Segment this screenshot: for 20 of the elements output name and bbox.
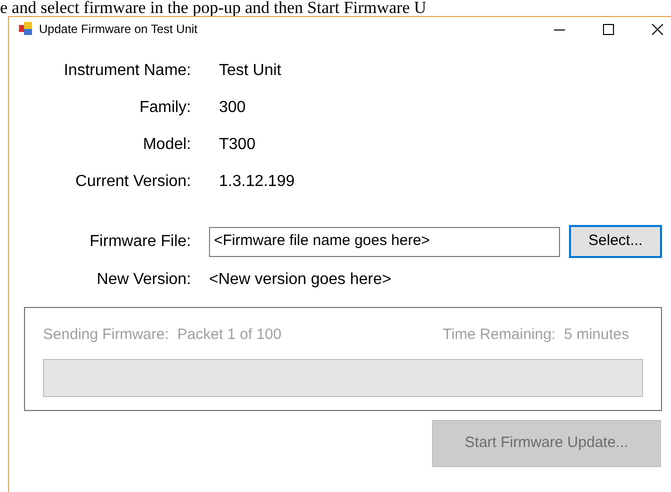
field-label: Model: bbox=[142, 134, 191, 154]
file-input-field[interactable]: <Firmware file name goes here> bbox=[209, 226, 560, 256]
field-label: Firmware File: bbox=[88, 232, 191, 252]
maximize-icon[interactable] bbox=[603, 24, 614, 34]
field-label: Current Version: bbox=[74, 172, 191, 192]
close-icon[interactable] bbox=[652, 24, 663, 34]
field-value: T300 bbox=[219, 134, 256, 154]
time-remaining-text: Time Remaining: 5 minutes bbox=[442, 325, 630, 345]
status-text: Sending Firmware: Packet 1 of 100 bbox=[43, 325, 282, 345]
field-value: <New version goes here> bbox=[209, 270, 392, 290]
window-title: Update Firmware on Test Unit bbox=[39, 21, 198, 38]
document-text: e and select firmware in the pop-up and then Start Firmware U bbox=[0, 0, 426, 16]
field-value: Test Unit bbox=[219, 60, 282, 80]
field-label: Instrument Name: bbox=[62, 60, 191, 80]
select-button[interactable]: Select... bbox=[569, 225, 662, 258]
field-label: Family: bbox=[138, 98, 191, 118]
app-icon bbox=[19, 22, 33, 36]
field-label: New Version: bbox=[96, 270, 191, 290]
field-value: 1.3.12.199 bbox=[219, 172, 295, 192]
field-value: 300 bbox=[219, 98, 246, 118]
